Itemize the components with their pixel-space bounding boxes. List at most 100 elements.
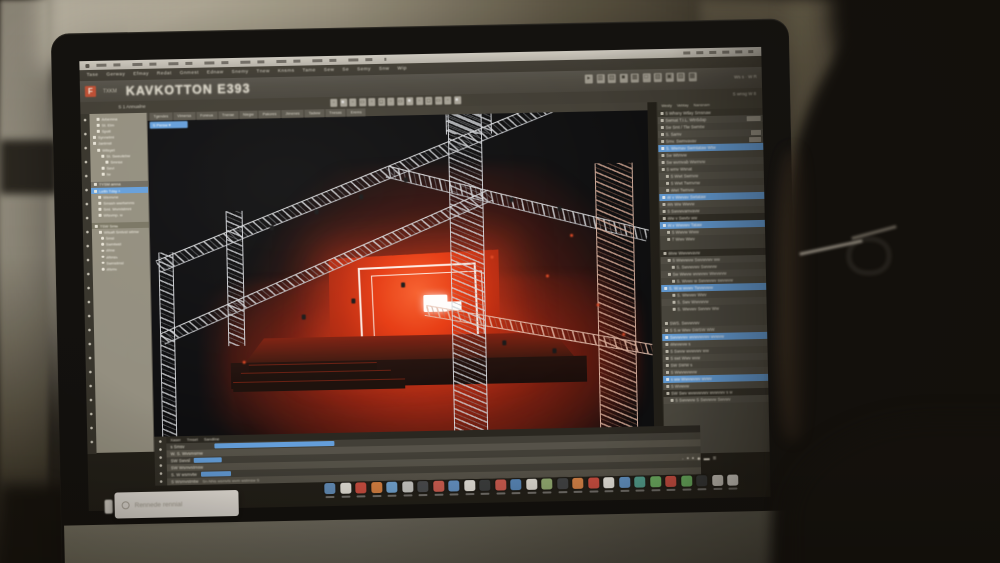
viewport-tab[interactable]: Tgendes [149, 112, 173, 121]
dock-app-icon[interactable] [448, 480, 460, 492]
menu-item[interactable]: Tame [302, 68, 315, 73]
timeline-row-label: S. W wsmvtw [170, 471, 197, 478]
timeline-tab[interactable]: Sandilne [204, 436, 220, 441]
toolbar-icon[interactable]: ▫ [444, 96, 452, 105]
viewport-tab[interactable]: Tadww [304, 109, 325, 118]
properties-tab[interactable]: Nansnam [693, 103, 709, 107]
viewport-3d[interactable]: Tgendes Vimersa Foneua Tnerae Niegw Pakores Ji… [147, 102, 655, 437]
dock-app-icon[interactable] [370, 481, 382, 494]
dock-app-icon[interactable] [494, 479, 506, 491]
dock-app-icon[interactable] [572, 477, 584, 489]
toolbar-icon[interactable]: ◻ [425, 96, 433, 105]
toolbar-icon[interactable]: ▦ [630, 73, 639, 83]
toolbar-icon[interactable]: ▥ [596, 74, 605, 84]
menu-item[interactable]: Ednaw [207, 70, 224, 75]
menu-item[interactable]: Tnew [256, 69, 269, 74]
toolbar-icon[interactable]: ▤ [607, 73, 616, 84]
toolbar-icon[interactable]: ▫ [368, 98, 376, 107]
viewport-tab[interactable]: Erems [346, 108, 366, 117]
menu-item[interactable]: Snemy [232, 70, 249, 75]
menu-item[interactable]: Wip [397, 66, 407, 71]
toolbar-icon[interactable]: ▸ [584, 74, 593, 84]
timeline-tab[interactable]: Tmset [187, 437, 198, 442]
toolbar-icon[interactable]: ◻ [377, 97, 385, 106]
menu-item[interactable]: Snw [379, 67, 390, 72]
menu-item[interactable]: Sew [324, 68, 335, 73]
viewport-tab[interactable]: Vimersa [173, 111, 196, 121]
notification-popup[interactable]: Rennede rennial [114, 489, 239, 519]
menu-item[interactable]: Semy [357, 67, 371, 72]
viewport-tab[interactable]: Foneua [196, 111, 218, 120]
timeline-tab[interactable]: Xaser [170, 437, 181, 442]
menu-item[interactable]: Se [342, 68, 349, 73]
toolbar-icon[interactable]: ▫ [349, 98, 357, 107]
apple-menu-icon[interactable] [85, 63, 90, 68]
property-row[interactable]: S Swvwvw S Swvwvw Swvwv [663, 394, 769, 405]
light-fixture [351, 298, 356, 304]
toolbar-icon[interactable]: ◽ [453, 96, 461, 105]
dock-app-icon[interactable] [525, 478, 537, 490]
timeline-icon-strip[interactable] [154, 436, 168, 486]
toolbar-icon[interactable]: ▩ [688, 72, 697, 82]
viewport-tab[interactable]: Tnesas [325, 108, 346, 118]
property-value-chip[interactable] [749, 137, 762, 142]
dock-app-icon[interactable] [696, 475, 708, 487]
toolbar-icon[interactable]: ▭ [434, 96, 442, 105]
properties-tab[interactable]: Westy [661, 104, 672, 108]
dock-app-icon[interactable] [432, 480, 444, 492]
tree-item[interactable]: Wsmv [93, 265, 150, 272]
property-value-chip[interactable] [746, 116, 761, 121]
dock-app-icon[interactable] [649, 476, 661, 488]
dock-app-icon[interactable] [727, 474, 739, 486]
toolbar-icon[interactable]: ▫ [387, 97, 395, 106]
toolbar-icon[interactable]: ▫ [415, 97, 423, 106]
toolbar-icon[interactable]: ▫ [330, 98, 338, 107]
toolbar-icon[interactable]: ▭ [358, 98, 366, 107]
menu-item[interactable]: Gnmest [180, 71, 199, 76]
dock-app-icon[interactable] [401, 481, 413, 493]
dock-app-icon[interactable] [339, 482, 351, 494]
dock-app-icon[interactable] [463, 480, 475, 492]
toolbar-icon[interactable]: ▨ [676, 72, 685, 82]
dock-app-icon[interactable] [556, 478, 568, 490]
menu-item[interactable]: Gerway [106, 72, 125, 77]
toolbar-icon[interactable]: ▭ [396, 97, 404, 106]
property-icon [672, 279, 675, 283]
properties-tab[interactable]: Vebtay [677, 103, 689, 107]
dock-app-icon[interactable] [417, 480, 429, 493]
dock-app-icon[interactable] [386, 481, 398, 493]
dock-app-icon[interactable] [634, 476, 646, 488]
toolbar-icon[interactable]: ■ [619, 73, 628, 83]
toolbar-icon[interactable]: ▣ [665, 72, 674, 82]
menu-item[interactable]: Knsms [278, 69, 295, 74]
dock-app-icon[interactable] [587, 477, 599, 489]
viewport-tab[interactable]: Jimenes [281, 109, 304, 118]
toolbar-icon[interactable]: ◽ [339, 98, 347, 107]
dock-app-icon[interactable] [618, 476, 630, 488]
toolbar-icon[interactable]: ◽ [406, 97, 414, 106]
viewport-tab[interactable]: Niegw [238, 110, 258, 119]
toolbar-icon[interactable]: □ [642, 73, 651, 83]
menu-item[interactable]: Tase [87, 73, 99, 78]
popup-side-tab[interactable] [104, 499, 113, 514]
truss-tower [594, 162, 639, 428]
toolbar-icon[interactable]: ▧ [653, 73, 662, 83]
dock-app-icon[interactable] [355, 482, 367, 494]
dock-app-icon[interactable] [479, 479, 491, 491]
property-value-chip[interactable] [750, 130, 762, 135]
dock-app-icon[interactable] [324, 482, 336, 495]
macos-status-items-blur[interactable] [683, 50, 754, 55]
menu-item[interactable]: Redat [157, 71, 172, 76]
dock-app-icon[interactable] [603, 477, 615, 489]
dock-app-icon[interactable] [680, 475, 692, 487]
viewport-view-selector[interactable]: S Persw ▾ [149, 120, 188, 129]
viewport-tab[interactable]: Pakores [258, 110, 281, 119]
viewport-tab[interactable]: Tnerae [217, 110, 239, 120]
dock-app-icon[interactable] [541, 478, 553, 490]
dock-app-icon[interactable] [665, 475, 677, 488]
menu-item[interactable]: Efmay [133, 72, 149, 77]
dock-app-icon[interactable] [711, 474, 723, 487]
dock-app-icon[interactable] [510, 479, 522, 491]
timeline-value-chip[interactable] [200, 471, 231, 477]
timeline-value-chip[interactable] [194, 457, 223, 463]
